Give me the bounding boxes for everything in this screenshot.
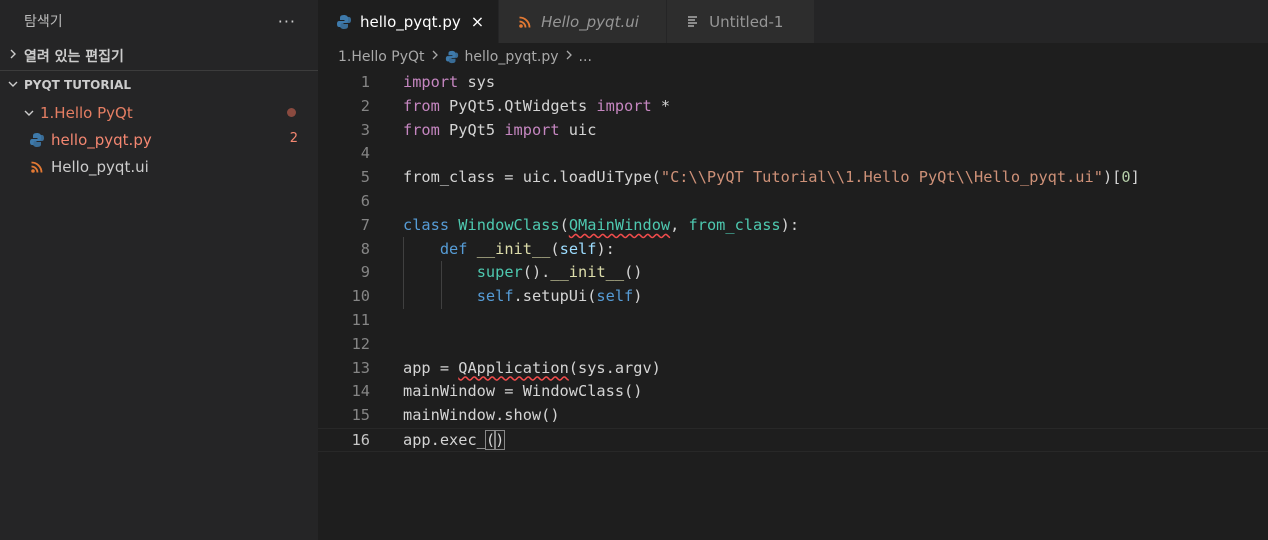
- code-line: 6: [318, 190, 1268, 214]
- open-editors-section[interactable]: 열려 있는 편집기: [0, 42, 318, 70]
- line-number: 6: [360, 191, 370, 210]
- code-line: 15 mainWindow.show(): [318, 404, 1268, 428]
- chevron-down-icon: [6, 78, 20, 92]
- breadcrumb-folder[interactable]: 1.Hello PyQt: [338, 49, 425, 65]
- rss-icon: [29, 159, 45, 175]
- tab-label: Untitled-1: [709, 12, 784, 31]
- file-label: hello_pyqt.py: [51, 130, 152, 149]
- code-line: 7 class WindowClass(QMainWindow, from_cla…: [318, 214, 1268, 238]
- code-line: 4: [318, 142, 1268, 166]
- explorer-title: 탐색기: [24, 14, 63, 30]
- python-icon: [29, 132, 45, 148]
- line-number: 5: [360, 168, 370, 187]
- code-text: from PyQt5.QtWidgets import *: [403, 96, 671, 115]
- line-number: 13: [351, 358, 370, 377]
- line-number: 15: [351, 406, 370, 425]
- code-line: 8 def __init__(self):: [318, 238, 1268, 262]
- chevron-right-icon: [431, 49, 439, 65]
- line-number: 2: [360, 96, 370, 115]
- modified-dot-icon: [287, 108, 296, 117]
- python-icon: [336, 14, 352, 30]
- folder-label: 1.Hello PyQt: [40, 103, 133, 122]
- code-text: super().__init__(): [476, 263, 643, 282]
- code-text: import sys: [403, 73, 496, 91]
- line-number: 10: [351, 287, 370, 306]
- tab-bar: hello_pyqt.py × Hello_pyqt.ui Untitled-1: [318, 0, 1268, 43]
- tab-label: hello_pyqt.py: [360, 12, 461, 31]
- code-text: mainWindow.show(): [403, 406, 560, 425]
- close-icon[interactable]: ×: [471, 12, 484, 31]
- tab-label: Hello_pyqt.ui: [541, 12, 639, 31]
- explorer-sidebar: 탐색기 ··· 열려 있는 편집기 PYQT TUTORIAL 1.Hello …: [0, 0, 318, 540]
- code-line: 5 from_class = uic.loadUiType("C:\\PyQT T…: [318, 166, 1268, 190]
- line-number: 7: [360, 215, 370, 234]
- folder-hello-pyqt[interactable]: 1.Hello PyQt: [0, 99, 318, 126]
- line-number: 3: [360, 120, 370, 139]
- tab-untitled-1[interactable]: Untitled-1: [667, 0, 816, 43]
- code-line: 3 from PyQt5 import uic: [318, 119, 1268, 143]
- project-label: PYQT TUTORIAL: [24, 78, 132, 92]
- breadcrumb-symbol[interactable]: ...: [579, 49, 592, 65]
- breadcrumb: 1.Hello PyQt hello_pyqt.py ...: [318, 43, 1268, 71]
- code-text: app.exec_(): [403, 429, 506, 450]
- code-line: 2 from PyQt5.QtWidgets import *: [318, 95, 1268, 119]
- code-editor[interactable]: 1 import sys 2 from PyQt5.QtWidgets import…: [318, 71, 1268, 540]
- tab-hello-pyqt-py[interactable]: hello_pyqt.py ×: [318, 0, 500, 43]
- code-text: from PyQt5 import uic: [403, 120, 597, 139]
- code-text: from_class = uic.loadUiType("C:\\PyQT Tu…: [403, 168, 1140, 187]
- code-line: 14 mainWindow = WindowClass(): [318, 380, 1268, 404]
- code-line-current: 16 app.exec_(): [318, 427, 1268, 452]
- code-line: 1 import sys: [318, 71, 1268, 95]
- code-line: 10 self.setupUi(self): [318, 285, 1268, 309]
- code-line: 9 super().__init__(): [318, 261, 1268, 285]
- code-text: def __init__(self):: [439, 239, 615, 258]
- code-text: app = QApplication(sys.argv): [403, 358, 661, 377]
- line-number: 11: [351, 310, 370, 329]
- code-line: 12: [318, 333, 1268, 357]
- code-text: self.setupUi(self): [476, 287, 643, 306]
- project-section[interactable]: PYQT TUTORIAL: [0, 70, 318, 99]
- code-text: mainWindow = WindowClass(): [403, 382, 643, 401]
- code-line: 11: [318, 309, 1268, 333]
- rss-icon: [517, 14, 533, 30]
- editor-area: hello_pyqt.py × Hello_pyqt.ui Untitled-1…: [318, 0, 1268, 540]
- line-number: 9: [360, 263, 370, 282]
- file-label: Hello_pyqt.ui: [51, 157, 149, 176]
- line-number: 4: [360, 144, 370, 163]
- code-line: 13 app = QApplication(sys.argv): [318, 357, 1268, 381]
- line-number: 12: [351, 334, 370, 353]
- open-editors-label: 열려 있는 편집기: [24, 49, 124, 65]
- problem-count-badge: 2: [289, 131, 298, 146]
- code-text: class WindowClass(QMainWindow, from_clas…: [403, 215, 800, 234]
- line-number: 1: [360, 73, 370, 91]
- file-hello-pyqt-ui[interactable]: Hello_pyqt.ui: [0, 153, 318, 180]
- explorer-header: 탐색기 ···: [0, 0, 318, 42]
- file-hello-pyqt-py[interactable]: hello_pyqt.py 2: [0, 126, 318, 153]
- line-number: 16: [351, 430, 370, 449]
- chevron-down-icon: [22, 104, 36, 122]
- tab-hello-pyqt-ui[interactable]: Hello_pyqt.ui: [499, 0, 668, 43]
- python-icon: [445, 50, 459, 64]
- chevron-right-icon: [565, 49, 573, 65]
- chevron-right-icon: [6, 48, 20, 64]
- line-number: 14: [351, 382, 370, 401]
- more-actions-icon[interactable]: ···: [278, 12, 296, 31]
- text-file-icon: [685, 14, 701, 30]
- breadcrumb-file[interactable]: hello_pyqt.py: [465, 49, 559, 65]
- line-number: 8: [360, 239, 370, 258]
